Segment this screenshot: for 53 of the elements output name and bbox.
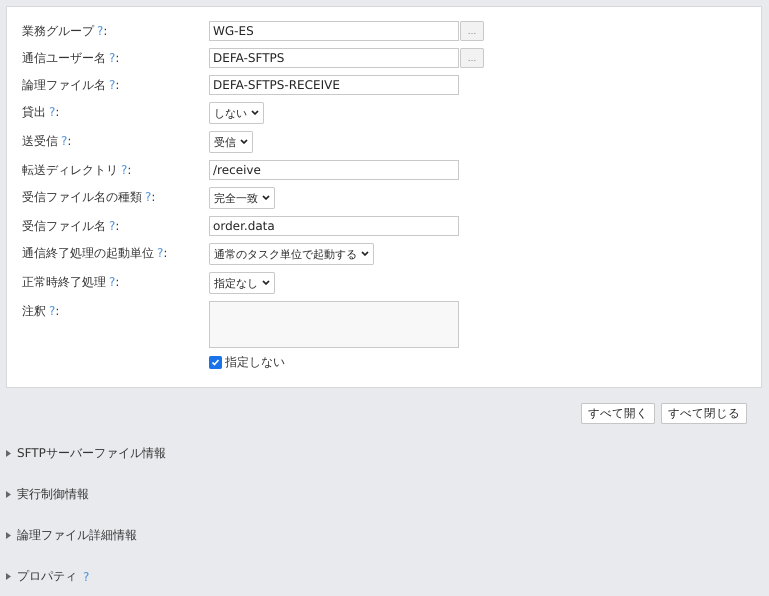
lookup-button[interactable]: …: [460, 48, 484, 68]
colon-text: :: [127, 163, 132, 177]
toggle-all-button[interactable]: すべて閉じる: [661, 403, 747, 424]
field-label: 転送ディレクトリ: [22, 162, 118, 178]
colon-text: :: [115, 51, 120, 65]
field-label: 業務グループ: [22, 22, 94, 40]
triangle-right-icon[interactable]: [6, 532, 11, 539]
dropdown[interactable]: 完全一致: [209, 187, 275, 209]
checkmark-icon: [211, 358, 220, 367]
colon-text: :: [115, 78, 120, 92]
field-label: 論理ファイル名: [22, 76, 106, 94]
section-title[interactable]: 実行制御情報: [17, 486, 89, 503]
colon-text: :: [115, 219, 120, 233]
colon-text: :: [55, 105, 60, 119]
chevron-down-icon: [262, 195, 270, 201]
section-title[interactable]: SFTPサーバーファイル情報: [17, 445, 166, 462]
chevron-down-icon: [262, 280, 270, 286]
triangle-right-icon[interactable]: [6, 573, 11, 580]
text-field[interactable]: order.data: [209, 216, 459, 236]
field-label: 正常時終了処理: [22, 274, 106, 290]
text-field[interactable]: WG-ES: [209, 21, 459, 41]
colon-text: :: [67, 134, 72, 148]
field-label: 受信ファイル名の種類: [22, 188, 142, 206]
chevron-down-icon: [240, 139, 248, 145]
chevron-down-icon: [251, 110, 259, 116]
chevron-down-icon: [361, 251, 369, 257]
colon-text: :: [103, 24, 108, 38]
lookup-button[interactable]: …: [460, 21, 484, 41]
field-label: 貸出: [22, 104, 46, 120]
colon-text: :: [115, 275, 120, 289]
field-label: 注釈: [22, 302, 46, 320]
toggle-all-button[interactable]: すべて開く: [581, 403, 655, 424]
comment-field[interactable]: [209, 301, 459, 348]
text-field[interactable]: DEFA-SFTPS-RECEIVE: [209, 75, 459, 95]
text-field[interactable]: /receive: [209, 160, 459, 180]
triangle-right-icon[interactable]: [6, 450, 11, 457]
section-title[interactable]: 論理ファイル詳細情報: [17, 527, 137, 544]
field-label: 通信終了処理の起動単位: [22, 244, 154, 262]
checkbox[interactable]: [209, 356, 222, 369]
colon-text: :: [163, 246, 168, 260]
colon-text: :: [55, 304, 60, 318]
dropdown[interactable]: 指定なし: [209, 272, 275, 294]
colon-text: :: [151, 190, 156, 204]
dropdown[interactable]: 通常のタスク単位で起動する: [209, 243, 374, 265]
checkbox-label: 指定しない: [225, 354, 285, 371]
field-label: 受信ファイル名: [22, 218, 106, 234]
field-label: 送受信: [22, 132, 58, 150]
section-title[interactable]: プロパティ: [17, 568, 77, 585]
field-label: 通信ユーザー名: [22, 50, 106, 66]
text-field[interactable]: DEFA-SFTPS: [209, 48, 459, 68]
dropdown[interactable]: 受信: [209, 131, 253, 153]
dropdown[interactable]: しない: [209, 102, 264, 124]
triangle-right-icon[interactable]: [6, 491, 11, 498]
